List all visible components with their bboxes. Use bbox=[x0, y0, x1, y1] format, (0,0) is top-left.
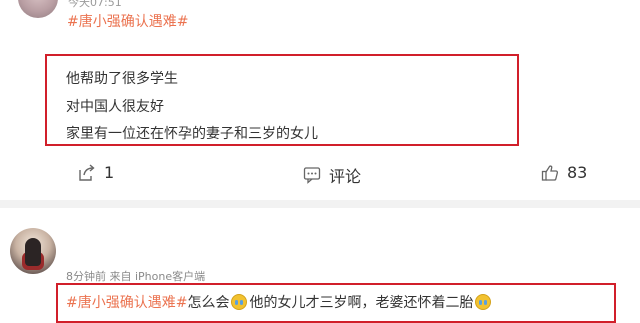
comment-button[interactable]: 评论 bbox=[303, 163, 361, 187]
post-text-part-1: 怎么会 bbox=[187, 295, 230, 311]
like-count: 83 bbox=[567, 163, 588, 182]
crying-face-icon bbox=[475, 294, 492, 310]
like-button[interactable]: 83 bbox=[541, 163, 587, 182]
post-text-line-3: 家里有一位还在怀孕的妻子和三岁的女儿 bbox=[66, 126, 318, 142]
post-text-line-2: 对中国人很友好 bbox=[66, 99, 164, 115]
crying-face-icon bbox=[231, 294, 248, 310]
share-button[interactable]: 1 bbox=[78, 163, 114, 182]
avatar[interactable] bbox=[10, 228, 56, 274]
avatar[interactable] bbox=[18, 0, 58, 18]
divider bbox=[0, 200, 640, 208]
post-hashtag[interactable]: #唐小强确认遇难# bbox=[67, 11, 188, 31]
post-text-part-2: 他的女儿才三岁啊，老婆还怀着二胎 bbox=[249, 295, 474, 311]
post-text: #唐小强确认遇难#怎么会 他的女儿才三岁啊，老婆还怀着二胎 bbox=[66, 292, 493, 312]
thumbs-up-icon bbox=[541, 164, 559, 182]
avatar-figure bbox=[25, 238, 41, 266]
share-icon bbox=[78, 163, 96, 182]
post-hashtag[interactable]: #唐小强确认遇难# bbox=[66, 295, 187, 311]
comment-label: 评论 bbox=[329, 167, 362, 186]
share-count: 1 bbox=[104, 163, 115, 182]
post-text-line-1: 他帮助了很多学生 bbox=[66, 71, 178, 87]
post-meta: 8分钟前 来自 iPhone客户端 bbox=[66, 270, 206, 283]
post-time: 今天07:51 bbox=[68, 0, 122, 9]
comment-icon bbox=[303, 166, 321, 184]
